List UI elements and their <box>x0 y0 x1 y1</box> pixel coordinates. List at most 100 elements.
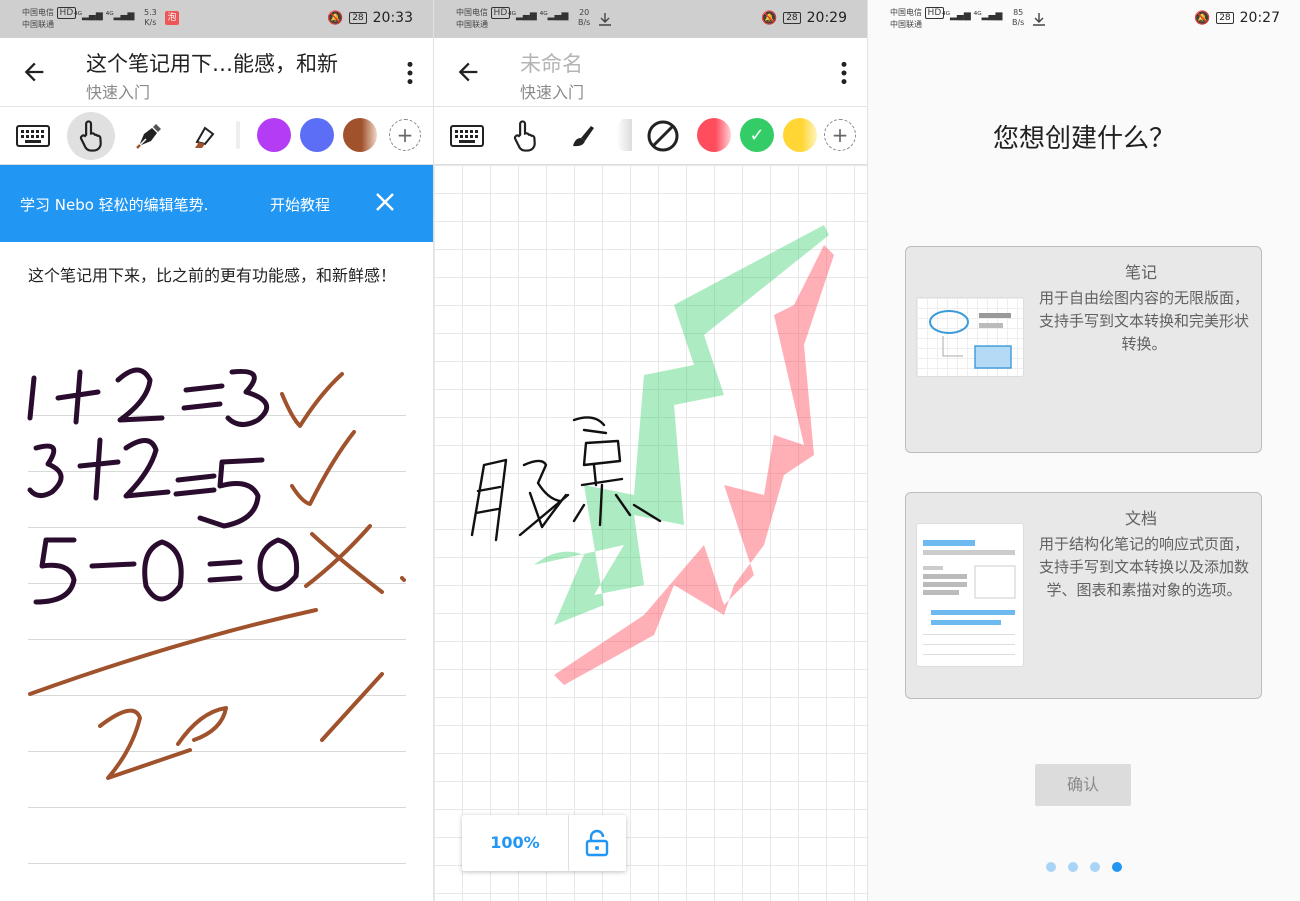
note-title[interactable]: 未命名 <box>520 48 583 78</box>
note-title[interactable]: 这个笔记用下…能感，和新 <box>86 48 338 78</box>
handwriting-ink[interactable] <box>0 340 433 800</box>
pen-toolbar: + <box>0 107 433 165</box>
more-options-icon[interactable] <box>837 60 851 86</box>
carrier-2: 中国联通 <box>22 20 54 29</box>
close-icon[interactable] <box>374 191 396 213</box>
net-speed: 85 B/s <box>1012 8 1025 27</box>
ink-stroke-eq-1 <box>181 383 225 411</box>
ruled-line <box>28 807 406 808</box>
fountain-pen-icon <box>136 124 161 149</box>
clock: 20:27 <box>1239 10 1280 26</box>
mute-icon: 🔕 <box>327 10 344 26</box>
eraser-tool-button[interactable] <box>616 119 632 151</box>
create-question: 您想创建什么？ <box>992 124 1175 154</box>
app-bar: 这个笔记用下…能感，和新 快速入门 <box>0 38 433 107</box>
ink-stroke-0a <box>142 539 184 602</box>
no-color-button[interactable] <box>642 115 684 157</box>
mute-icon: 🔕 <box>761 10 778 26</box>
page-dot[interactable] <box>1046 862 1056 872</box>
download-icon <box>599 13 611 26</box>
document-thumbnail <box>916 523 1024 667</box>
hand-pointer-icon <box>79 120 102 152</box>
drawing-strokes[interactable] <box>434 165 867 901</box>
ink-stroke-0b <box>257 537 300 592</box>
color-swatch-red[interactable] <box>697 118 731 152</box>
note-screen: 中国电信 HD 中国联通 ⁴ᴳ▂▄▆ ⁴ᴳ▂▄▆ 5.3 K/s 泡 🔕 28 2… <box>0 0 434 901</box>
battery-icon: 28 <box>349 12 367 24</box>
create-screen: 中国电信 HD 中国联通 ⁴ᴳ▂▄▆ ⁴ᴳ▂▄▆ 85 B/s 🔕 28 20:2… <box>868 0 1300 901</box>
ink-stroke-slash <box>320 672 384 742</box>
keyboard-icon <box>16 125 50 147</box>
ink-stroke-5b <box>33 537 77 605</box>
signal-icon: ⁴ᴳ▂▄▆ ⁴ᴳ▂▄▆ <box>508 11 569 21</box>
document-preview-icon <box>923 540 1016 655</box>
document-option-card[interactable]: 文档 用于结构化笔记的响应式页面，支持手写到文本转换以及添加数学、图表和素描对象… <box>905 492 1262 699</box>
check-icon: ✓ <box>749 124 765 146</box>
note-option-description: 用于自由绘图内容的无限版面，支持手写到文本转换和完美形状转换。 <box>1038 289 1249 353</box>
page-dot-active[interactable] <box>1112 862 1122 872</box>
back-arrow-icon[interactable] <box>20 58 48 86</box>
ink-stroke-plus-2 <box>77 437 121 501</box>
brush-icon <box>573 126 594 147</box>
note-preview-icon <box>929 310 1012 369</box>
color-swatch-green-selected[interactable]: ✓ <box>740 118 774 152</box>
hand-pointer-icon <box>513 120 536 152</box>
banner-text: 学习 Nebo 轻松的编辑笔势. <box>20 196 209 214</box>
clock: 20:33 <box>372 10 413 26</box>
ink-stroke-2b <box>123 438 171 499</box>
highlighter-tool-button[interactable] <box>184 115 226 157</box>
confirm-button[interactable]: 确认 <box>1035 764 1131 806</box>
prohibited-icon <box>647 120 679 152</box>
net-speed: 5.3 K/s <box>144 8 157 27</box>
more-options-icon[interactable] <box>403 60 417 86</box>
app-notification-icon: 泡 <box>165 11 179 25</box>
add-color-button[interactable]: + <box>389 119 421 151</box>
pen-toolbar: ✓ + <box>434 107 867 165</box>
back-arrow-icon[interactable] <box>454 58 482 86</box>
notebook-name: 快速入门 <box>520 83 585 102</box>
pen-tool-button[interactable] <box>128 115 170 157</box>
color-swatch-purple[interactable] <box>257 118 291 152</box>
note-thumbnail <box>916 297 1024 377</box>
note-body-text[interactable]: 这个笔记用下来，比之前的更有功能感，和新鲜感！ <box>28 262 408 290</box>
status-right: 🔕 28 20:33 <box>327 10 413 26</box>
start-tutorial-button[interactable]: 开始教程 <box>270 194 330 215</box>
touch-mode-button[interactable] <box>67 112 115 160</box>
page-indicator <box>1046 862 1122 872</box>
page-dot[interactable] <box>1068 862 1078 872</box>
page-dot[interactable] <box>1090 862 1100 872</box>
ink-stroke-2 <box>115 367 165 423</box>
ink-stroke-eq-3 <box>207 559 243 583</box>
note-option-card[interactable]: 笔记 用于自由绘图内容的无限版面，支持手写到文本转换和完美形状转换。 <box>905 246 1262 453</box>
touch-mode-button[interactable] <box>504 115 546 157</box>
tutorial-banner: 学习 Nebo 轻松的编辑笔势. 开始教程 <box>0 165 433 242</box>
signal-icon: ⁴ᴳ▂▄▆ ⁴ᴳ▂▄▆ <box>74 11 135 21</box>
add-color-button[interactable]: + <box>824 119 856 151</box>
battery-icon: 28 <box>783 12 801 24</box>
cross-mark <box>304 524 384 594</box>
ruled-line <box>28 863 406 864</box>
check-mark-1 <box>280 372 344 428</box>
brush-tool-button[interactable] <box>562 115 604 157</box>
carrier-1: 中国电信 <box>22 8 54 17</box>
carrier-labels: 中国电信 HD 中国联通 <box>456 7 511 30</box>
zoom-control: 100% <box>462 815 626 871</box>
drawing-screen: 中国电信 HD 中国联通 ⁴ᴳ▂▄▆ ⁴ᴳ▂▄▆ 20 B/s 🔕 28 20:2… <box>434 0 868 901</box>
document-option-description: 用于结构化笔记的响应式页面，支持手写到文本转换以及添加数学、图表和素描对象的选项… <box>1038 535 1249 599</box>
ink-stroke-minus <box>89 561 137 569</box>
lock-icon[interactable] <box>584 829 610 857</box>
color-swatch-blue[interactable] <box>300 118 334 152</box>
ink-stroke-1 <box>27 375 37 421</box>
keyboard-button[interactable] <box>12 115 54 157</box>
status-right: 🔕 28 20:29 <box>761 10 847 26</box>
color-swatch-yellow[interactable] <box>783 118 817 152</box>
status-bar: 中国电信 HD 中国联通 ⁴ᴳ▂▄▆ ⁴ᴳ▂▄▆ 85 B/s 🔕 28 20:2… <box>868 0 1300 38</box>
app-bar: 未命名 快速入门 <box>434 38 867 107</box>
mute-icon: 🔕 <box>1194 10 1211 26</box>
green-highlight-stroke[interactable] <box>534 225 829 625</box>
color-swatch-brown[interactable] <box>343 118 377 152</box>
keyboard-icon <box>450 125 484 147</box>
check-mark-2 <box>290 430 356 506</box>
zoom-level[interactable]: 100% <box>462 815 569 871</box>
keyboard-button[interactable] <box>446 115 488 157</box>
